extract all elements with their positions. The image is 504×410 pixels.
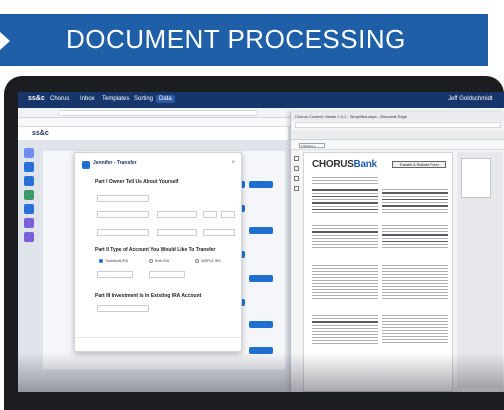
form-icon <box>82 161 90 169</box>
text-field[interactable] <box>149 271 185 278</box>
text-field[interactable] <box>157 211 197 218</box>
product-name: Chorus <box>50 96 70 102</box>
text-field[interactable] <box>221 211 235 218</box>
rail-data-icon[interactable] <box>24 190 34 200</box>
rail-settings-icon[interactable] <box>24 232 34 242</box>
document-form-title: Transfer & Rollover Form <box>392 161 446 168</box>
action-button[interactable] <box>249 321 273 328</box>
text-field[interactable] <box>97 229 149 236</box>
address-field[interactable] <box>58 110 258 116</box>
body-text-lines-right <box>382 265 448 301</box>
right-column-lines-2 <box>382 225 448 250</box>
owner-section-lines <box>312 189 378 215</box>
laptop-frame: ss&c Chorus Inbox Templates Sorting Data… <box>4 76 504 410</box>
nav-item-data[interactable]: Data <box>156 95 175 103</box>
text-field[interactable] <box>97 211 149 218</box>
account-type-lines <box>312 225 378 250</box>
rail-users-icon[interactable] <box>24 218 34 228</box>
nav-item-templates[interactable]: Templates <box>102 96 129 102</box>
text-field[interactable] <box>97 271 133 278</box>
action-button[interactable] <box>249 275 273 282</box>
rail-home-icon[interactable] <box>24 148 34 158</box>
rail-search-icon[interactable] <box>24 162 34 172</box>
laptop-screen: ss&c Chorus Inbox Templates Sorting Data… <box>18 92 504 392</box>
section-owner-title: Part I Owner Tell Us About Yourself <box>95 179 179 185</box>
action-button[interactable] <box>249 227 273 234</box>
action-button[interactable] <box>249 347 273 354</box>
close-icon[interactable]: × <box>231 160 235 166</box>
nav-item-sorting[interactable]: Sorting <box>134 96 153 102</box>
rail-list-icon[interactable] <box>24 204 34 214</box>
section-account-type-title: Part II Type of Account You Would Like T… <box>95 247 216 253</box>
page-selector[interactable]: 1/9/2024 1 <box>299 143 325 148</box>
section-existing-ira-title: Part III Investment Is In Existing IRA A… <box>95 293 202 299</box>
screenshot-stage: DOCUMENT PROCESSING ss&c Chorus Inbox Te… <box>0 0 504 410</box>
document-text-block <box>312 177 378 186</box>
sub-header-brand: ss&c <box>32 130 49 137</box>
radio-label: Traditional IRA <box>105 259 129 263</box>
document-page: CHORUSBank Transfer & Rollover Form <box>303 152 453 392</box>
thumbnail-panel <box>457 152 503 388</box>
highlight-icon[interactable] <box>294 176 299 181</box>
viewer-tool-rail <box>293 152 301 388</box>
body-text-lines-lower-right <box>382 315 448 345</box>
user-name[interactable]: Jeff Goldschmidt <box>448 96 493 102</box>
text-field[interactable] <box>203 211 217 218</box>
right-column-lines <box>382 189 448 215</box>
viewer-window-title: Chorus Content Viewer 1.0.1 - Simplified… <box>291 112 504 121</box>
viewer-page-bar: 1/9/2024 1 <box>291 141 504 150</box>
viewer-toolbar <box>291 130 504 140</box>
modal-footer <box>75 337 241 351</box>
pointer-icon[interactable] <box>294 156 299 161</box>
radio-traditional-ira[interactable] <box>99 259 103 263</box>
text-icon[interactable] <box>294 186 299 191</box>
brand-part-2: Bank <box>353 159 378 170</box>
pen-icon[interactable] <box>294 166 299 171</box>
radio-simple-ira[interactable] <box>195 259 199 263</box>
banner-title: DOCUMENT PROCESSING <box>66 24 406 54</box>
transfer-form-modal: Jennifer - Transfer × Part I Owner Tell … <box>74 152 242 352</box>
arrow-right-icon <box>0 32 10 50</box>
rail-docs-icon[interactable] <box>24 176 34 186</box>
nav-item-inbox[interactable]: Inbox <box>80 96 95 102</box>
text-field[interactable] <box>157 229 197 236</box>
text-field[interactable] <box>97 195 149 202</box>
page-thumbnail[interactable] <box>461 158 491 198</box>
radio-label: Roth IRA <box>155 259 170 263</box>
viewer-url-field[interactable] <box>295 122 501 128</box>
left-rail <box>24 148 36 348</box>
brand-logo: ss&c <box>28 95 45 102</box>
body-text-lines-lower <box>312 315 378 346</box>
text-field[interactable] <box>97 305 149 312</box>
app-top-nav: ss&c Chorus Inbox Templates Sorting Data… <box>18 92 504 108</box>
action-button[interactable] <box>249 181 273 188</box>
radio-label: SIMPLE IRA <box>201 259 221 263</box>
modal-title: Jennifer - Transfer <box>93 160 137 166</box>
brand-part-1: CHORUS <box>312 159 354 170</box>
app-sub-header: ss&c <box>18 127 288 141</box>
text-field[interactable] <box>203 229 235 236</box>
document-viewer-window: Chorus Content Viewer 1.0.1 - Simplified… <box>290 112 504 392</box>
radio-roth-ira[interactable] <box>149 259 153 263</box>
body-text-lines <box>312 265 378 301</box>
document-brand: CHORUSBank <box>312 159 377 170</box>
